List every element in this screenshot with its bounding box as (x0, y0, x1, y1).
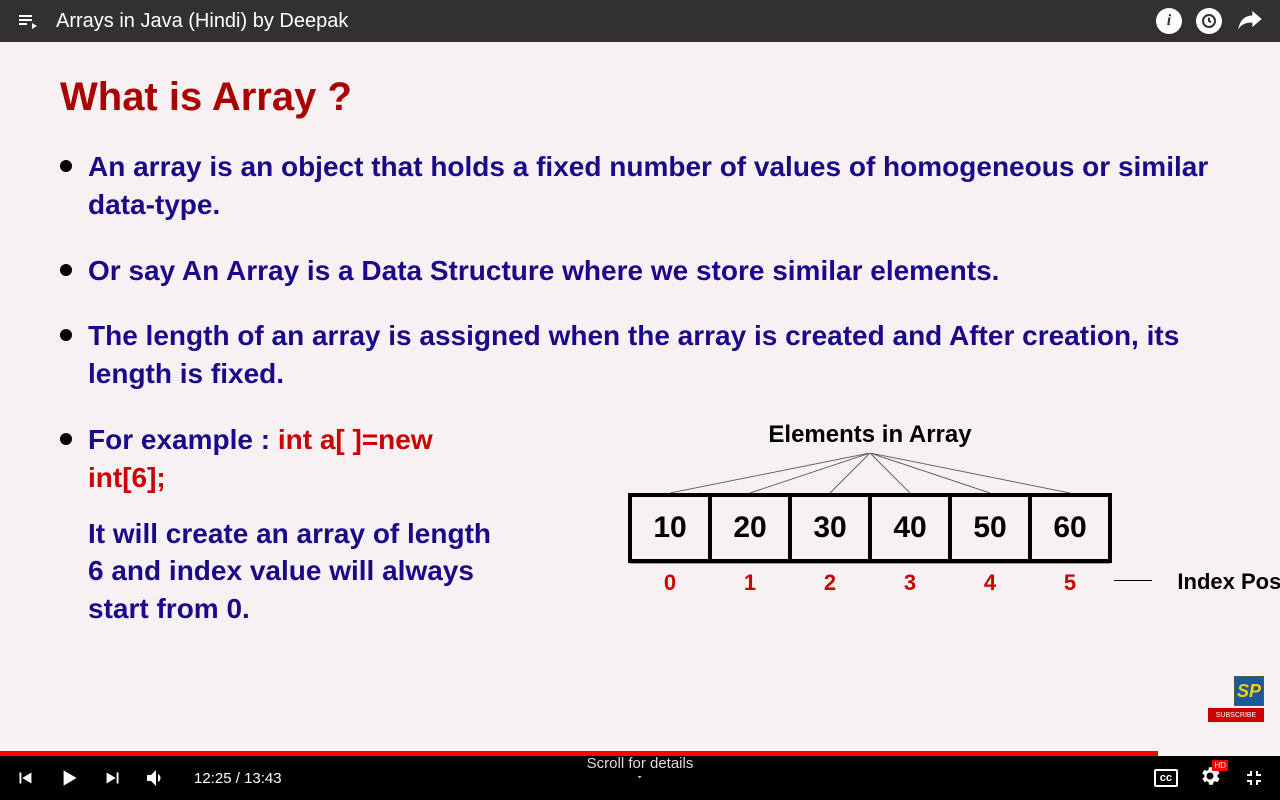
video-top-bar: Arrays in Java (Hindi) by Deepak i (0, 0, 1280, 42)
diagram-title: Elements in Array (520, 421, 1220, 449)
video-slide: What is Array ? An array is an object th… (0, 0, 1280, 800)
bullet-item: Or say An Array is a Data Structure wher… (60, 252, 1220, 290)
chevron-down-icon (633, 772, 647, 782)
array-cells: 10 20 30 40 50 60 (628, 493, 1112, 563)
channel-logo[interactable]: SP (1234, 676, 1264, 706)
time-display: 12:25 / 13:43 (194, 770, 282, 787)
bullet-dot-icon (60, 264, 72, 276)
video-title: Arrays in Java (Hindi) by Deepak (56, 10, 1156, 33)
channel-watermark[interactable]: SP SUBSCRIBE (1208, 676, 1264, 722)
example-text: For example : int a[ ]=new int[6]; (88, 421, 500, 497)
scroll-hint[interactable]: Scroll for details (587, 755, 694, 782)
bullet-item: For example : int a[ ]=new int[6]; (60, 421, 500, 497)
index-cell: 2 (790, 563, 870, 596)
array-diagram: Elements in Array 10 20 30 40 50 60 (520, 421, 1220, 628)
hd-badge: HD (1212, 760, 1228, 771)
player-controls: 12:25 / 13:43 Scroll for details cc HD (0, 756, 1280, 800)
next-button[interactable] (102, 767, 124, 789)
subscribe-badge[interactable]: SUBSCRIBE (1208, 708, 1264, 722)
bullet-text: The length of an array is assigned when … (88, 317, 1220, 393)
previous-button[interactable] (14, 767, 36, 789)
array-cell: 60 (1032, 497, 1112, 559)
bullet-item: The length of an array is assigned when … (60, 317, 1220, 393)
array-cell: 50 (952, 497, 1032, 559)
share-icon[interactable] (1236, 5, 1264, 38)
index-cell: 3 (870, 563, 950, 596)
exit-fullscreen-button[interactable] (1242, 766, 1266, 790)
volume-button[interactable] (144, 766, 168, 790)
settings-button[interactable]: HD (1198, 764, 1222, 793)
captions-button[interactable]: cc (1154, 769, 1178, 787)
slide-heading: What is Array ? (60, 75, 1220, 120)
array-cell: 10 (632, 497, 712, 559)
watch-later-icon[interactable] (1196, 8, 1222, 34)
index-cell: 0 (630, 563, 710, 596)
example-description: It will create an array of length 6 and … (88, 515, 500, 628)
bullet-text: Or say An Array is a Data Structure wher… (88, 252, 999, 290)
bullet-dot-icon (60, 433, 72, 445)
current-time: 12:25 (194, 770, 232, 787)
index-label-line (1114, 580, 1152, 581)
index-cell: 1 (710, 563, 790, 596)
array-cell: 20 (712, 497, 792, 559)
play-button[interactable] (56, 765, 82, 791)
index-cell: 5 (1030, 563, 1110, 596)
array-cell: 30 (792, 497, 872, 559)
info-icon[interactable]: i (1156, 8, 1182, 34)
diagram-connector-lines (520, 453, 1220, 493)
index-cell: 4 (950, 563, 1030, 596)
bullet-text: An array is an object that holds a fixed… (88, 148, 1220, 224)
duration: 13:43 (244, 770, 282, 787)
example-prefix: For example : (88, 424, 278, 455)
bullet-dot-icon (60, 160, 72, 172)
array-cell: 40 (872, 497, 952, 559)
bullet-item: An array is an object that holds a fixed… (60, 148, 1220, 224)
bullet-dot-icon (60, 329, 72, 341)
index-positions-label: Index Positions (1177, 569, 1280, 595)
index-row: 0 1 2 3 4 5 Index Positions (630, 563, 1110, 596)
playlist-icon[interactable] (16, 9, 40, 33)
scroll-hint-text: Scroll for details (587, 755, 694, 772)
